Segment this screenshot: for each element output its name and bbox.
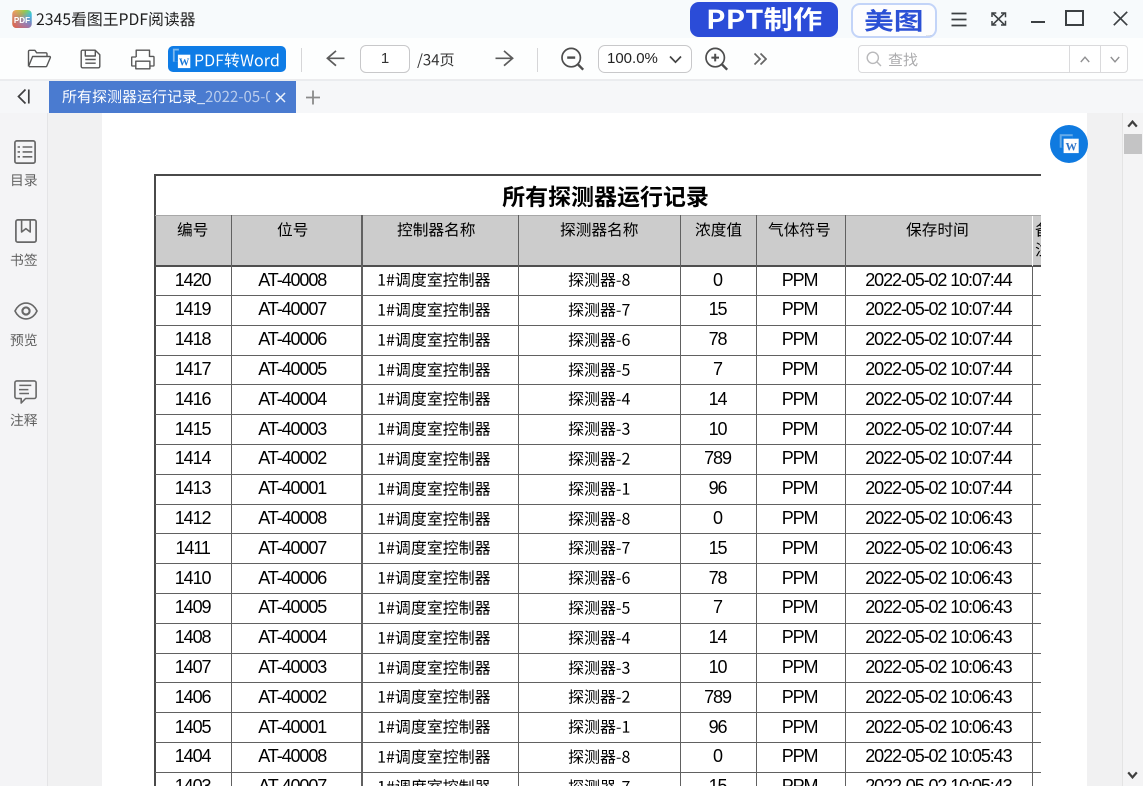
svg-text:W: W [1065,142,1077,154]
